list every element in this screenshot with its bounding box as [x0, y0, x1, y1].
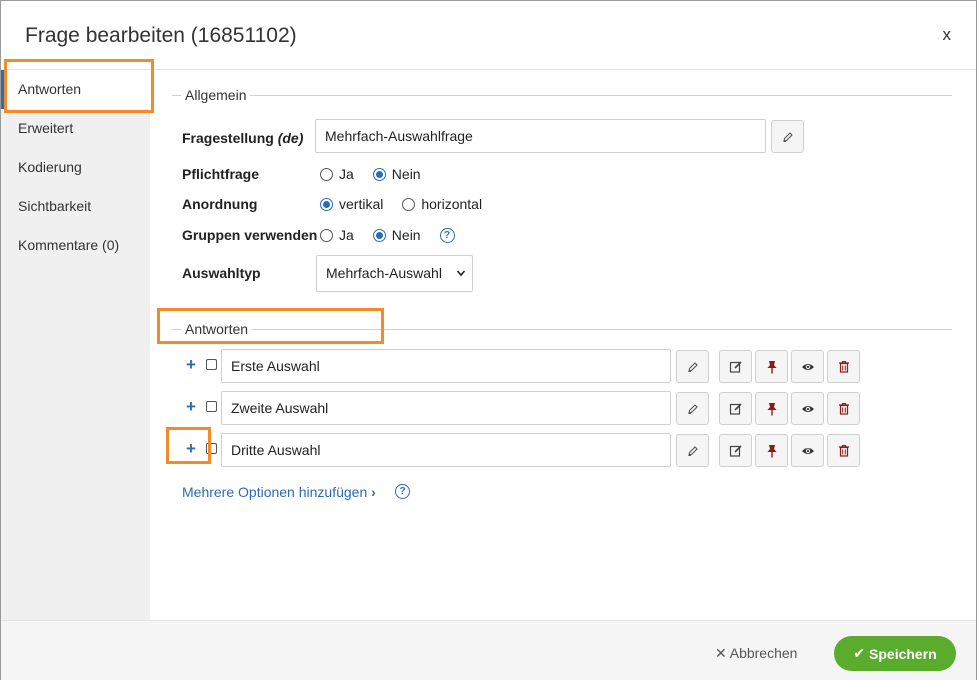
translate-answer-button[interactable] — [676, 350, 709, 383]
edit-question-dialog: Frage bearbeiten (16851102) x Antworten … — [0, 0, 977, 680]
sidebar-item-kodierung[interactable]: Kodierung — [1, 148, 150, 187]
layout-radio-group: vertikal horizontal — [320, 196, 501, 212]
sidebar-item-sichtbarkeit[interactable]: Sichtbarkeit — [1, 187, 150, 226]
add-multiple-options-link[interactable]: Mehrere Optionen hinzufügen › — [182, 484, 376, 500]
section-label-answers: Antworten — [181, 321, 253, 337]
pencil-icon — [687, 445, 698, 456]
eye-icon — [801, 447, 814, 454]
layout-label: Anordnung — [182, 196, 258, 212]
add-answer-below-button[interactable]: + — [186, 397, 196, 417]
add-answer-below-button[interactable]: + — [186, 439, 196, 459]
dialog-footer: ✕ Abbrechen ✔ Speichern — [1, 620, 976, 680]
sidebar-item-erweitert[interactable]: Erweitert — [1, 109, 150, 148]
add-answer-below-button[interactable]: + — [186, 355, 196, 375]
required-yes-option[interactable]: Ja — [320, 166, 354, 182]
question-input[interactable]: Mehrfach-Auswahlfrage — [315, 119, 766, 153]
radio-button-checked[interactable] — [320, 197, 333, 211]
visibility-answer-button[interactable] — [791, 434, 824, 467]
delete-answer-button[interactable] — [827, 434, 860, 467]
translate-answer-button[interactable] — [676, 392, 709, 425]
visibility-answer-button[interactable] — [791, 350, 824, 383]
pencil-icon — [782, 131, 793, 142]
edit-answer-button[interactable] — [719, 434, 752, 467]
sidebar-item-label: Sichtbarkeit — [18, 198, 92, 214]
visibility-answer-button[interactable] — [791, 392, 824, 425]
pin-icon — [767, 444, 776, 457]
section-label-general: Allgemein — [181, 87, 251, 103]
answer-input[interactable]: Erste Auswahl — [221, 349, 671, 383]
pin-answer-button[interactable] — [755, 392, 788, 425]
sidebar-item-kommentare[interactable]: Kommentare (0) — [1, 226, 150, 265]
answer-select-checkbox[interactable] — [206, 443, 217, 454]
radio-button[interactable] — [320, 167, 333, 181]
select-type-dropdown[interactable]: Mehrfach-Auswahl — [316, 255, 473, 292]
groups-label: Gruppen verwenden — [182, 227, 318, 243]
edit-icon — [729, 444, 742, 457]
pencil-icon — [687, 403, 698, 414]
answer-input[interactable]: Zweite Auswahl — [221, 391, 671, 425]
save-button[interactable]: ✔ Speichern — [834, 636, 956, 671]
answer-select-checkbox[interactable] — [206, 401, 217, 412]
edit-question-translation-button[interactable] — [771, 120, 804, 153]
sidebar-item-label: Kodierung — [18, 159, 82, 175]
eye-icon — [801, 363, 814, 370]
trash-icon — [838, 360, 849, 373]
close-icon: ✕ — [715, 645, 727, 661]
trash-icon — [838, 402, 849, 415]
sidebar-item-label: Antworten — [18, 81, 82, 97]
groups-no-option[interactable]: Nein — [372, 227, 421, 243]
edit-icon — [729, 360, 742, 373]
sidebar-item-antworten[interactable]: Antworten — [1, 70, 150, 109]
answer-select-checkbox[interactable] — [206, 359, 217, 370]
groups-radio-group: Ja Nein ? — [320, 227, 455, 243]
trash-icon — [838, 444, 849, 457]
main-content: Allgemein Fragestellung (de) Mehrfach-Au… — [150, 70, 976, 620]
help-icon[interactable]: ? — [395, 484, 410, 499]
required-radio-group: Ja Nein — [320, 166, 440, 182]
help-icon[interactable]: ? — [439, 227, 455, 243]
sidebar: Antworten Erweitert Kodierung Sichtbarke… — [1, 70, 150, 620]
layout-horizontal-option[interactable]: horizontal — [402, 196, 482, 212]
pin-icon — [767, 360, 776, 373]
edit-answer-button[interactable] — [719, 392, 752, 425]
dialog-title: Frage bearbeiten (16851102) — [25, 24, 297, 47]
layout-vertical-option[interactable]: vertikal — [320, 196, 383, 212]
pin-icon — [767, 402, 776, 415]
radio-button-checked[interactable] — [372, 167, 386, 181]
radio-button[interactable] — [320, 228, 333, 242]
section-divider — [172, 329, 952, 330]
radio-button-checked[interactable] — [372, 228, 386, 242]
question-language: (de) — [277, 130, 304, 146]
required-no-option[interactable]: Nein — [372, 166, 421, 182]
radio-button[interactable] — [402, 197, 416, 211]
section-divider — [172, 95, 952, 96]
pin-answer-button[interactable] — [755, 434, 788, 467]
check-icon: ✔ — [853, 645, 866, 661]
sidebar-item-label: Erweitert — [18, 120, 74, 136]
select-type-label: Auswahltyp — [182, 265, 261, 281]
dialog-header: Frage bearbeiten (16851102) x — [1, 1, 976, 70]
chevron-right-icon: › — [371, 484, 376, 500]
groups-yes-option[interactable]: Ja — [320, 227, 354, 243]
sidebar-item-label: Kommentare (0) — [18, 237, 120, 253]
edit-answer-button[interactable] — [719, 350, 752, 383]
answer-input[interactable]: Dritte Auswahl — [221, 433, 671, 467]
eye-icon — [801, 405, 814, 412]
pin-answer-button[interactable] — [755, 350, 788, 383]
translate-answer-button[interactable] — [676, 434, 709, 467]
cancel-button[interactable]: ✕ Abbrechen — [715, 645, 797, 662]
pencil-icon — [687, 361, 698, 372]
delete-answer-button[interactable] — [827, 392, 860, 425]
chevron-down-icon — [456, 256, 466, 305]
required-label: Pflichtfrage — [182, 166, 260, 182]
edit-icon — [729, 402, 742, 415]
delete-answer-button[interactable] — [827, 350, 860, 383]
question-label: Fragestellung (de) — [182, 130, 304, 146]
close-button[interactable]: x — [943, 25, 952, 45]
